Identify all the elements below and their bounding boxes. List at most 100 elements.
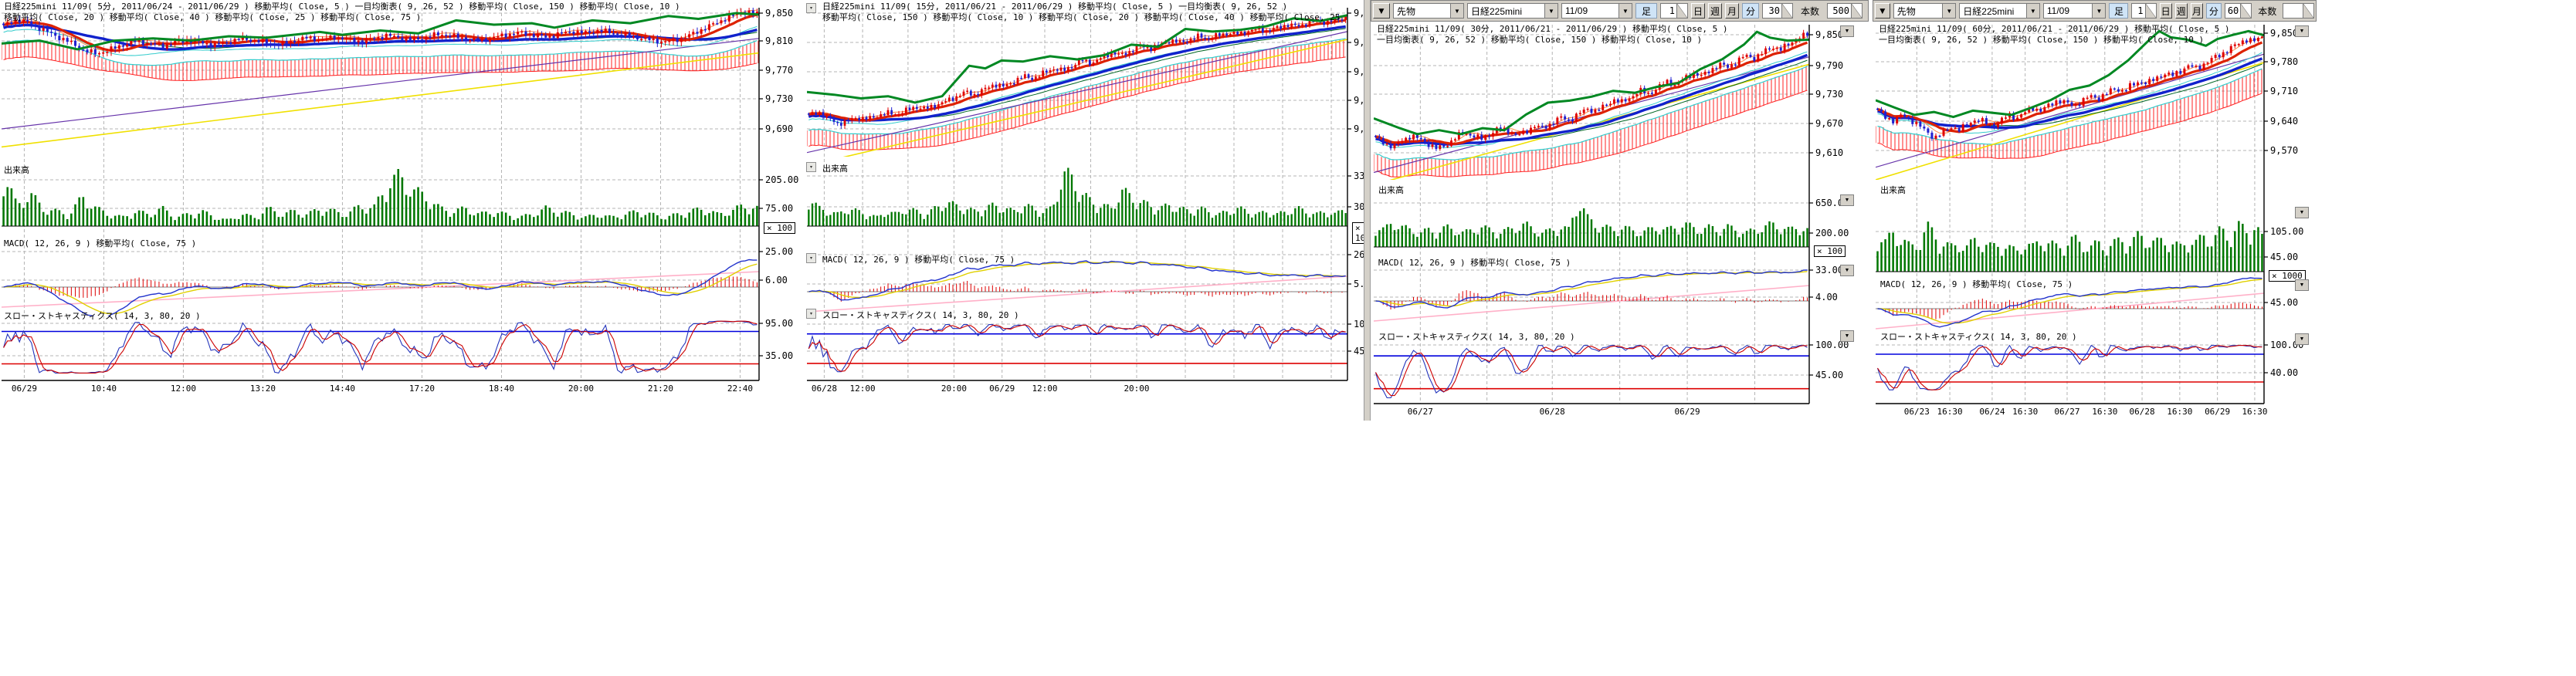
macd-pane-label: MACD( 12, 26, 9 ) 移動平均( Close, 75 ): [4, 238, 196, 248]
chevron-down-icon: ▼: [2300, 336, 2305, 342]
volume-bars: [808, 167, 1347, 226]
macd-axis-tick: 4.00: [1815, 292, 1838, 303]
x-axis-label: 06/27: [2054, 407, 2079, 417]
x-axis-label: 16:30: [2092, 407, 2117, 417]
price-axis-tick: 9,570: [2270, 146, 2298, 156]
x-axis-label: 06/29: [989, 384, 1015, 394]
x-axis-label: 06/28: [812, 384, 837, 394]
stoch-axis-tick: 95.00: [765, 319, 793, 329]
chart-header-line2: 一目均衡表( 9, 26, 52 ) 移動平均( Close, 150 ) 移動…: [1377, 35, 1808, 46]
pane-collapse-button[interactable]: ▼: [2295, 207, 2309, 218]
pane-collapse-button[interactable]: ▼: [2295, 25, 2309, 37]
x-axis-label: 06/28: [2129, 407, 2154, 417]
trading-app-screen: 日経225mini 11/09( 5分, 2011/06/24 - 2011/0…: [0, 0, 2576, 676]
chart-canvas: [1371, 0, 1869, 421]
x-axis-label: 13:20: [250, 384, 276, 394]
x-axis-label: 06/27: [1408, 407, 1433, 417]
volume-pane-label: 出来高: [4, 165, 29, 175]
price-axis-tick: 9,730: [1815, 90, 1843, 100]
macd-axis-tick: 6.00: [765, 275, 788, 286]
price-axis-tick: 9,780: [2270, 57, 2298, 67]
x-axis-label: 12:00: [1032, 384, 1057, 394]
price-axis-tick: 9,850: [2270, 29, 2298, 39]
ichimoku-cloud: [807, 39, 1346, 150]
x-axis-label: 20:00: [568, 384, 594, 394]
price-axis-tick: 9,670: [1815, 119, 1843, 129]
x-axis-label: 06/24: [1979, 407, 2005, 417]
volume-axis-tick: 45.00: [2270, 252, 2298, 262]
price-axis-tick: 9,640: [2270, 117, 2298, 127]
chevron-down-icon: ▾: [810, 6, 812, 11]
stoch-axis-tick: 40.00: [2270, 368, 2298, 378]
chevron-down-icon: ▼: [1845, 29, 1850, 34]
gridlines: [1876, 25, 2264, 404]
chart-panel-30min: ▼先物▼日経225mini▼11/09▼足1日週月分30本数500日経225mi…: [1371, 0, 1869, 421]
pane-collapse-button[interactable]: ▼: [1840, 330, 1854, 342]
chevron-down-icon: ▼: [2300, 210, 2305, 215]
pane-expander-box[interactable]: ▾: [806, 3, 816, 13]
pane-collapse-button[interactable]: ▼: [1840, 25, 1854, 37]
chevron-down-icon: ▼: [1845, 268, 1850, 273]
x-axis-label: 18:40: [489, 384, 514, 394]
stochastics-pane: [1876, 346, 2264, 390]
price-axis-tick: 9,770: [765, 66, 793, 76]
x-axis-label: 16:30: [1937, 407, 1963, 417]
x-axis-label: 14:40: [330, 384, 355, 394]
chart-header-line1: 日経225mini 11/09( 30分, 2011/06/21 - 2011/…: [1377, 24, 1808, 35]
price-axis-tick: 9,610: [1815, 148, 1843, 158]
macd-axis-tick: 33.00: [1815, 265, 1843, 275]
stochastics-pane: [2, 321, 759, 373]
price-axis-tick: 9,810: [765, 36, 793, 46]
chart-header-line1: 日経225mini 11/09( 5分, 2011/06/24 - 2011/0…: [4, 2, 758, 12]
chevron-down-icon: ▾: [810, 165, 812, 170]
stochastics-pane: [1374, 346, 1809, 398]
ichimoku-cloud: [1876, 69, 2262, 158]
x-axis-label: 06/29: [12, 384, 37, 394]
volume-axis-tick: 105.00: [2270, 227, 2303, 237]
chart-header-line1: 日経225mini 11/09( 15分, 2011/06/21 - 2011/…: [822, 2, 1346, 12]
price-axis-tick: 9,710: [2270, 86, 2298, 96]
chart-canvas: [803, 0, 1364, 421]
x-axis-label: 21:20: [648, 384, 673, 394]
pane-collapse-button[interactable]: ▼: [2295, 333, 2309, 345]
stoch-pane-label: スロー・ストキャスティクス( 14, 3, 80, 20 ): [4, 311, 201, 321]
price-axis-tick: 9,850: [1815, 30, 1843, 40]
pane-expander-box[interactable]: ▾: [806, 253, 816, 263]
x-axis-label: 17:20: [409, 384, 435, 394]
price-axis-tick: 9,790: [1815, 61, 1843, 71]
candlesticks: [1374, 30, 1808, 151]
chart-panel-5min: 日経225mini 11/09( 5分, 2011/06/24 - 2011/0…: [0, 0, 803, 421]
chart-panel-15min: 日経225mini 11/09( 15分, 2011/06/21 - 2011/…: [803, 0, 1364, 421]
pane-collapse-button[interactable]: ▼: [2295, 279, 2309, 291]
volume-pane-label: 出来高: [822, 164, 848, 174]
macd-pane: [2, 260, 759, 319]
macd-pane: [1374, 270, 1809, 321]
stochastics-pane: [807, 325, 1347, 372]
chevron-down-icon: ▼: [2300, 282, 2305, 288]
axes: [1876, 25, 2268, 404]
macd-pane-label: MACD( 12, 26, 9 ) 移動平均( Close, 75 ): [1880, 279, 2073, 289]
stoch-pane-label: スロー・ストキャスティクス( 14, 3, 80, 20 ): [1378, 332, 1575, 342]
price-axis-tick: 9,730: [765, 94, 793, 104]
macd-pane: [807, 261, 1347, 312]
pane-collapse-button[interactable]: ▼: [1840, 265, 1854, 276]
chevron-down-icon: ▾: [810, 312, 812, 316]
x-axis-label: 10:40: [91, 384, 117, 394]
price-axis-tick: 9,690: [765, 124, 793, 134]
pane-expander-box[interactable]: ▾: [806, 162, 816, 172]
stoch-pane-label: スロー・ストキャスティクス( 14, 3, 80, 20 ): [1880, 332, 2077, 342]
macd-axis-tick: 45.00: [2270, 298, 2298, 308]
pane-expander-box[interactable]: ▾: [806, 309, 816, 319]
window-splitter[interactable]: [1364, 0, 1371, 421]
chart-header-line1: 日経225mini 11/09( 60分, 2011/06/21 - 2011/…: [1879, 24, 2262, 35]
chevron-down-icon: ▼: [1845, 333, 1850, 339]
x-axis-label: 16:30: [2242, 407, 2267, 417]
volume-axis-tick: 75.00: [765, 204, 793, 214]
stoch-pane-label: スロー・ストキャスティクス( 14, 3, 80, 20 ): [822, 310, 1019, 320]
macd-pane-label: MACD( 12, 26, 9 ) 移動平均( Close, 75 ): [822, 255, 1015, 265]
pane-collapse-button[interactable]: ▼: [1840, 194, 1854, 206]
volume-bars: [2, 169, 758, 226]
volume-pane-label: 出来高: [1880, 185, 1906, 195]
x-axis-label: 20:00: [941, 384, 967, 394]
volume-axis-tick: 200.00: [1815, 228, 1849, 238]
